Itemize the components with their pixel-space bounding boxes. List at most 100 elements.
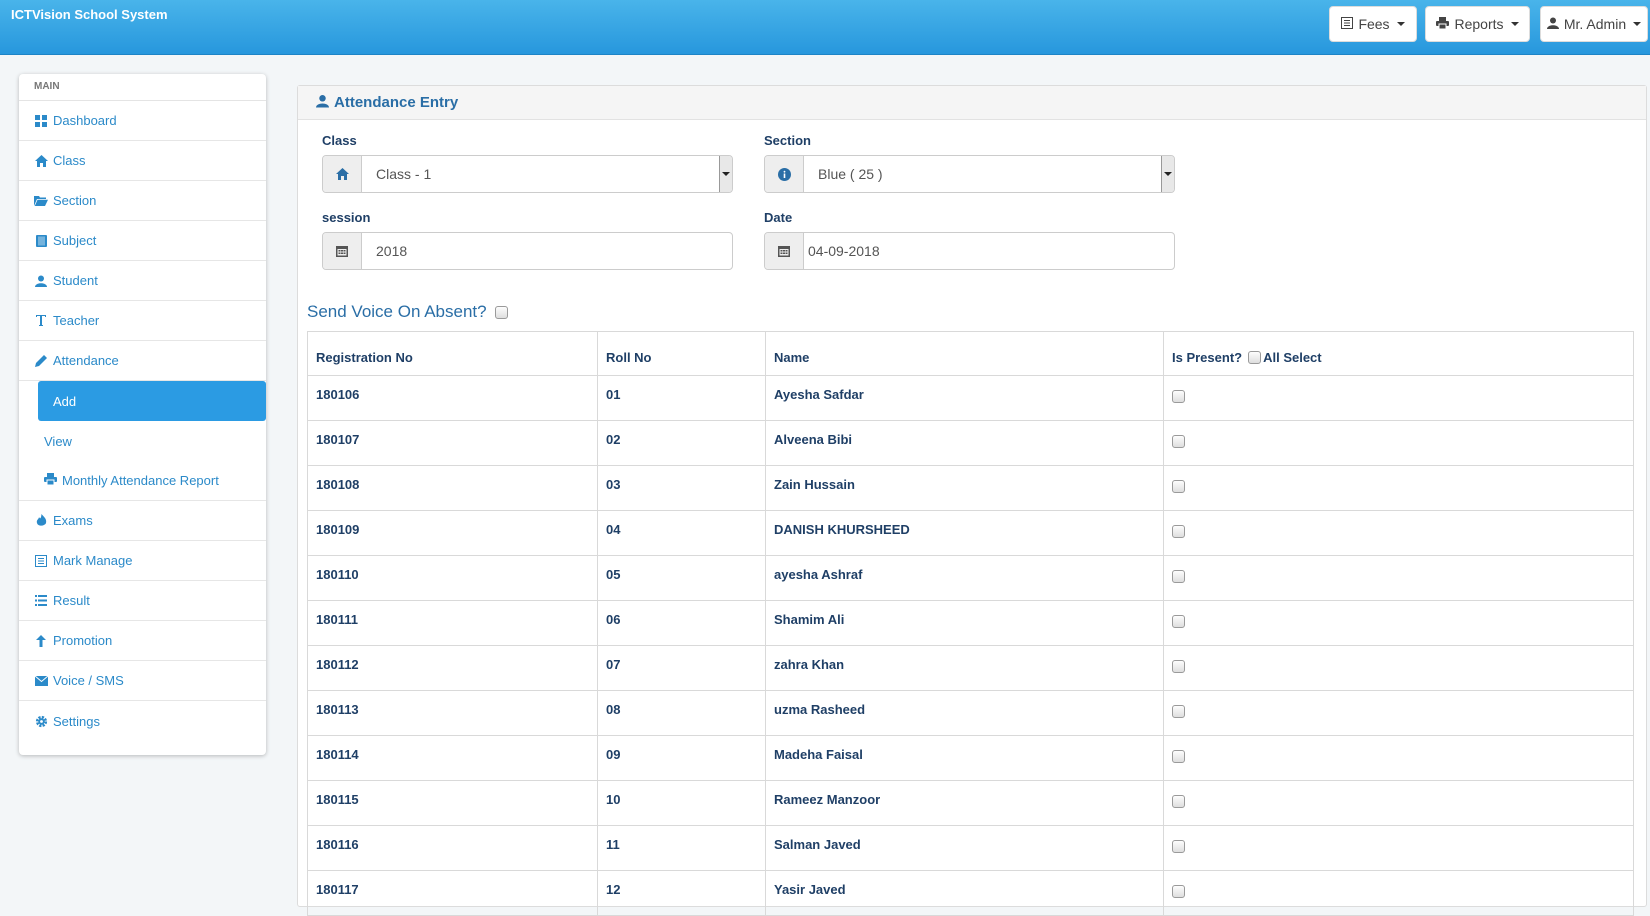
cell-name: Rameez Manzoor <box>765 780 1164 826</box>
header-name: Name <box>765 331 1164 376</box>
table-row: 180109 04 DANISH KHURSHEED <box>307 510 1634 556</box>
section-label: Section <box>764 133 811 148</box>
is-present-checkbox[interactable] <box>1172 570 1185 583</box>
sidebar-item-label: Mark Manage <box>53 553 133 568</box>
send-voice-checkbox[interactable] <box>494 305 508 319</box>
calendar-icon <box>323 233 362 269</box>
is-present-checkbox[interactable] <box>1172 390 1185 403</box>
table-row: 180114 09 Madeha Faisal <box>307 735 1634 781</box>
list-icon <box>34 595 48 606</box>
sidebar-item-mark-manage[interactable]: Mark Manage <box>19 541 266 581</box>
user-icon <box>34 275 48 287</box>
sidebar-item-exams[interactable]: Exams <box>19 501 266 541</box>
all-select-checkbox[interactable] <box>1248 351 1262 364</box>
is-present-checkbox[interactable] <box>1172 840 1185 853</box>
sidebar-item-voice-sms[interactable]: Voice / SMS <box>19 661 266 701</box>
sidebar-item-section[interactable]: Section <box>19 181 266 221</box>
chevron-down-icon[interactable] <box>1161 156 1174 192</box>
date-input-value: 04-09-2018 <box>808 243 880 259</box>
top-navbar: ICTVision School System Fees Reports Mr.… <box>0 0 1650 55</box>
chevron-down-icon <box>1633 22 1642 26</box>
home-icon <box>323 156 362 192</box>
sidebar-subitem-label: Add <box>53 393 77 409</box>
session-label: session <box>322 210 371 225</box>
session-input-value: 2018 <box>376 243 408 259</box>
sidebar-item-dashboard[interactable]: Dashboard <box>19 101 266 141</box>
print-icon <box>44 473 57 488</box>
cell-registration-no: 180113 <box>307 690 598 736</box>
sidebar-item-label: Result <box>53 593 90 608</box>
is-present-checkbox[interactable] <box>1172 705 1185 718</box>
is-present-checkbox[interactable] <box>1172 435 1185 448</box>
cell-roll-no: 01 <box>597 375 766 421</box>
class-select[interactable]: Class - 1 <box>322 155 733 193</box>
section-select[interactable]: Blue ( 25 ) <box>764 155 1175 193</box>
sidebar-item-promotion[interactable]: Promotion <box>19 621 266 661</box>
is-present-checkbox[interactable] <box>1172 795 1185 808</box>
sidebar-subitem-monthly-report[interactable]: Monthly Attendance Report <box>19 461 266 501</box>
cell-name: Ayesha Safdar <box>765 375 1164 421</box>
sidebar-subitem-label: View <box>44 433 72 449</box>
is-present-checkbox[interactable] <box>1172 480 1185 493</box>
is-present-checkbox[interactable] <box>1172 660 1185 673</box>
sidebar-item-settings[interactable]: Settings <box>19 701 266 741</box>
is-present-checkbox[interactable] <box>1172 750 1185 763</box>
fees-menu-button[interactable]: Fees <box>1329 6 1417 42</box>
cell-registration-no: 180107 <box>307 420 598 466</box>
cell-roll-no: 12 <box>597 870 766 916</box>
all-select-label: All Select <box>1263 350 1322 365</box>
user-menu-button[interactable]: Mr. Admin <box>1540 6 1648 42</box>
cell-registration-no: 180115 <box>307 780 598 826</box>
cell-name: ayesha Ashraf <box>765 555 1164 601</box>
sidebar-item-result[interactable]: Result <box>19 581 266 621</box>
sidebar-subitem-view[interactable]: View <box>19 421 266 461</box>
panel-header: Attendance Entry <box>298 86 1646 120</box>
is-present-checkbox[interactable] <box>1172 885 1185 898</box>
cell-registration-no: 180106 <box>307 375 598 421</box>
cell-is-present <box>1163 645 1634 691</box>
cell-roll-no: 10 <box>597 780 766 826</box>
user-icon <box>316 94 329 112</box>
dashboard-icon <box>34 114 48 127</box>
sidebar-item-label: Settings <box>53 713 100 729</box>
cell-name: uzma Rasheed <box>765 690 1164 736</box>
cell-roll-no: 06 <box>597 600 766 646</box>
send-voice-toggle: Send Voice On Absent? <box>307 302 508 322</box>
class-select-value: Class - 1 <box>376 166 432 182</box>
folder-open-icon <box>34 195 48 206</box>
table-row: 180113 08 uzma Rasheed <box>307 690 1634 736</box>
cell-roll-no: 11 <box>597 825 766 871</box>
table-row: 180107 02 Alveena Bibi <box>307 420 1634 466</box>
cell-name: zahra Khan <box>765 645 1164 691</box>
sidebar-item-label: Dashboard <box>53 113 117 128</box>
sidebar-item-attendance[interactable]: Attendance <box>19 341 266 381</box>
date-input[interactable]: 04-09-2018 <box>764 232 1175 270</box>
table-row: 180106 01 Ayesha Safdar <box>307 375 1634 421</box>
is-present-checkbox[interactable] <box>1172 615 1185 628</box>
sidebar-subitem-add[interactable]: Add <box>38 381 266 421</box>
cell-is-present <box>1163 375 1634 421</box>
user-name: Mr. Admin <box>1563 16 1627 32</box>
sidebar-item-student[interactable]: Student <box>19 261 266 301</box>
arrow-up-icon <box>34 634 48 647</box>
sidebar-item-teacher[interactable]: Teacher <box>19 301 266 341</box>
app-title[interactable]: ICTVision School System <box>11 7 168 22</box>
sidebar-item-class[interactable]: Class <box>19 141 266 181</box>
sidebar-item-label: Subject <box>53 233 97 248</box>
cell-name: Yasir Javed <box>765 870 1164 916</box>
class-label: Class <box>322 133 357 148</box>
table-header-row: Registration No Roll No Name Is Present?… <box>307 331 1634 376</box>
sidebar-item-label: Section <box>53 193 97 208</box>
book-icon <box>34 234 48 247</box>
sidebar-item-label: Exams <box>53 513 93 528</box>
cell-is-present <box>1163 690 1634 736</box>
session-input[interactable]: 2018 <box>322 232 733 270</box>
sidebar-item-label: Student <box>53 273 98 288</box>
sidebar-item-subject[interactable]: Subject <box>19 221 266 261</box>
reports-menu-button[interactable]: Reports <box>1425 6 1530 42</box>
chevron-down-icon[interactable] <box>719 156 732 192</box>
sidebar-item-label: Promotion <box>53 633 113 648</box>
cell-roll-no: 03 <box>597 465 766 511</box>
is-present-checkbox[interactable] <box>1172 525 1185 538</box>
cell-name: Alveena Bibi <box>765 420 1164 466</box>
